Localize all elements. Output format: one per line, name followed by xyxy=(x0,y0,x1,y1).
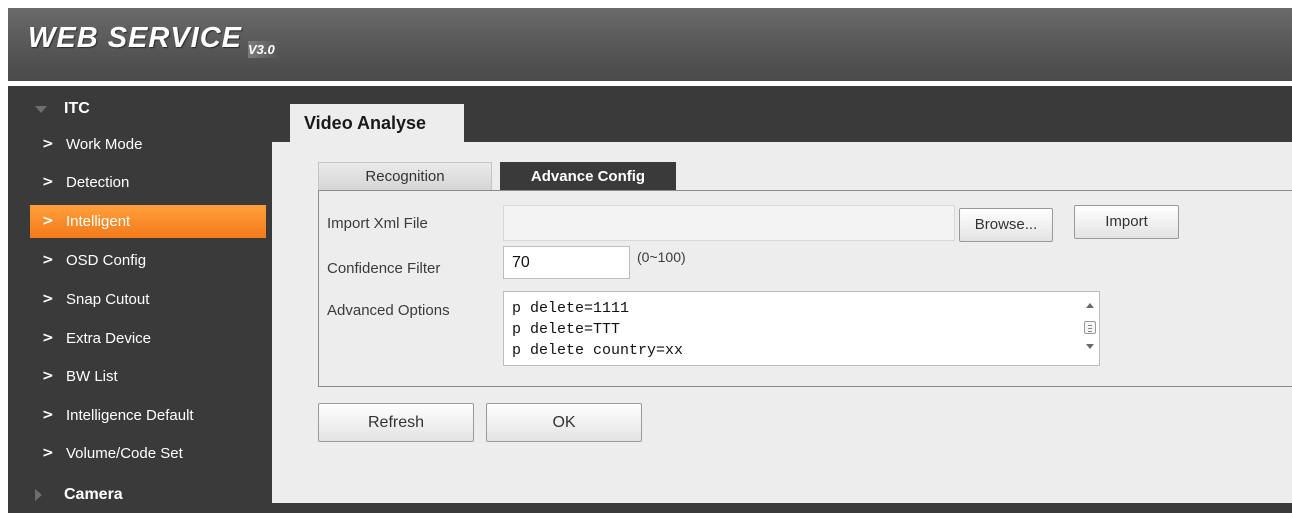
page-tab-bar: Video Analyse xyxy=(272,86,1292,142)
import-button[interactable]: Import xyxy=(1074,205,1179,239)
sidebar-item-work-mode[interactable]: > Work Mode xyxy=(30,128,266,161)
triangle-right-icon xyxy=(35,489,42,501)
scroll-down-icon[interactable] xyxy=(1086,344,1094,349)
sidebar-item-volume-code-set[interactable]: > Volume/Code Set xyxy=(30,437,266,470)
sidebar-item-label: Intelligence Default xyxy=(66,407,194,424)
triangle-down-icon xyxy=(35,106,47,113)
logo-text: WEB SERVICE xyxy=(28,22,243,54)
sidebar-item-osd-config[interactable]: > OSD Config xyxy=(30,244,266,277)
xml-file-path-field[interactable] xyxy=(503,205,955,241)
advance-config-panel: Import Xml File Browse... Import Confide… xyxy=(318,190,1292,387)
header-bar: WEB SERVICE V3.0 xyxy=(8,8,1292,81)
confidence-filter-input[interactable]: 70 xyxy=(503,246,630,279)
chevron-right-icon: > xyxy=(42,330,54,346)
chevron-right-icon: > xyxy=(42,368,54,384)
sidebar-item-detection[interactable]: > Detection xyxy=(30,166,266,199)
sidebar-item-snap-cutout[interactable]: > Snap Cutout xyxy=(30,283,266,316)
browse-button[interactable]: Browse... xyxy=(959,208,1053,242)
sidebar-item-bw-list[interactable]: > BW List xyxy=(30,360,266,393)
chevron-right-icon: > xyxy=(42,407,54,423)
sidebar-item-label: Work Mode xyxy=(66,136,143,153)
sidebar-item-label: BW List xyxy=(66,368,118,385)
tab-advance-config[interactable]: Advance Config xyxy=(500,162,676,191)
tab-recognition[interactable]: Recognition xyxy=(318,162,492,190)
tab-video-analyse[interactable]: Video Analyse xyxy=(290,104,464,142)
chevron-right-icon: > xyxy=(42,445,54,461)
confidence-filter-label: Confidence Filter xyxy=(327,260,441,277)
sidebar-item-label: Snap Cutout xyxy=(66,291,150,308)
sidebar-group-itc[interactable]: ITC xyxy=(8,92,272,126)
advanced-options-label: Advanced Options xyxy=(327,302,450,319)
main-panel: Video Analyse Recognition Advance Config… xyxy=(272,86,1292,513)
advanced-options-textarea[interactable]: p delete=1111 p delete=TTT p delete coun… xyxy=(503,291,1100,366)
chevron-right-icon: > xyxy=(42,213,54,229)
confidence-range-hint: (0~100) xyxy=(637,249,686,265)
sidebar-item-label: Detection xyxy=(66,174,130,191)
app-window: WEB SERVICE V3.0 ITC > Work Mode > Detec… xyxy=(8,8,1292,513)
chevron-right-icon: > xyxy=(42,174,54,190)
sidebar-group-camera[interactable]: Camera xyxy=(8,478,272,512)
chevron-right-icon: > xyxy=(42,252,54,268)
main-bottom-bar xyxy=(272,503,1292,513)
sidebar-item-label: OSD Config xyxy=(66,252,147,269)
import-xml-label: Import Xml File xyxy=(327,215,428,232)
sidebar-item-intelligent[interactable]: > Intelligent xyxy=(30,205,266,238)
scroll-grip-icon[interactable] xyxy=(1084,321,1096,334)
sidebar-group-label: Camera xyxy=(64,486,123,503)
chevron-right-icon: > xyxy=(42,291,54,307)
sidebar-group-label: ITC xyxy=(64,100,90,117)
advanced-options-text: p delete=1111 p delete=TTT p delete coun… xyxy=(512,300,684,359)
chevron-right-icon: > xyxy=(42,136,54,152)
sidebar-item-intelligence-default[interactable]: > Intelligence Default xyxy=(30,399,266,432)
logo-version: V3.0 xyxy=(248,41,278,58)
sidebar-item-label: Intelligent xyxy=(66,213,131,230)
sidebar-item-label: Volume/Code Set xyxy=(66,445,183,462)
sidebar: ITC > Work Mode > Detection > Intelligen… xyxy=(8,86,272,513)
scroll-up-icon[interactable] xyxy=(1086,303,1094,308)
sidebar-item-label: Extra Device xyxy=(66,330,152,347)
refresh-button[interactable]: Refresh xyxy=(318,403,474,442)
ok-button[interactable]: OK xyxy=(486,403,642,442)
textarea-scrollbar[interactable] xyxy=(1081,292,1099,365)
sidebar-item-extra-device[interactable]: > Extra Device xyxy=(30,322,266,355)
